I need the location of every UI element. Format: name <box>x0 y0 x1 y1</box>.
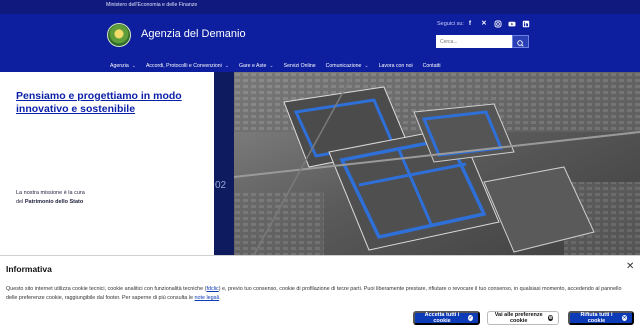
agency-logo[interactable] <box>107 23 131 47</box>
youtube-icon[interactable] <box>508 20 516 28</box>
legal-notes-link[interactable]: note legali <box>195 295 220 301</box>
hero-title-link[interactable]: Pensiamo e progettiamo in modo innovativ… <box>16 90 206 115</box>
x-icon[interactable]: ✕ <box>480 20 488 28</box>
chevron-down-icon: ⌄ <box>364 63 369 69</box>
chevron-down-icon: ⌄ <box>131 63 136 69</box>
chevron-down-icon: ⌄ <box>269 63 274 69</box>
nav-item-servizi-online[interactable]: Servizi Online <box>284 61 316 71</box>
gear-icon: ⚙ <box>548 315 553 321</box>
fdclic-link[interactable]: fdclic <box>206 286 218 292</box>
search-input[interactable] <box>436 35 512 48</box>
top-bar: Ministero dell'Economia e delle Finanze <box>0 0 640 14</box>
linkedin-icon[interactable] <box>522 20 530 28</box>
nav-item-accordi[interactable]: Accordi, Protocolli e Convenzioni ⌄ <box>146 61 229 71</box>
cookie-text: Questo sito internet utilizza cookie tec… <box>6 286 622 301</box>
cookie-preferences-button[interactable]: Vai alle preferenze cookie ⚙ <box>487 311 559 325</box>
mission-text: La nostra missione è la cura del Patrimo… <box>16 190 85 205</box>
search-icon <box>517 40 524 47</box>
reject-all-cookies-button[interactable]: Rifiuta tutti i cookie ✕ <box>568 311 634 325</box>
nav-item-contatti[interactable]: Contatti <box>423 61 441 71</box>
site-header: Agenzia del Demanio Seguici su: f ✕ Agen… <box>0 14 640 72</box>
close-icon[interactable]: ✕ <box>626 261 634 272</box>
nav-item-agenzia[interactable]: Agenzia ⌄ <box>110 61 136 71</box>
social-label: Seguici su: <box>437 21 464 27</box>
ministry-link[interactable]: Ministero dell'Economia e delle Finanze <box>106 2 197 8</box>
slide-number[interactable]: 02 <box>215 180 226 191</box>
search-button[interactable] <box>512 35 529 48</box>
nav-item-lavora-con-noi[interactable]: Lavora con noi <box>379 61 413 71</box>
hero-aerial-image <box>234 72 640 255</box>
close-circle-icon: ✕ <box>621 315 627 321</box>
site-name[interactable]: Agenzia del Demanio <box>141 28 246 40</box>
accept-all-cookies-button[interactable]: Accetta tutti i cookie ✓ <box>413 311 480 325</box>
facebook-icon[interactable]: f <box>466 20 474 28</box>
nav-item-gare-aste[interactable]: Gare e Aste ⌄ <box>239 61 274 71</box>
nav-item-comunicazione[interactable]: Comunicazione ⌄ <box>326 61 369 71</box>
cookie-banner: Informativa ✕ Questo sito internet utili… <box>0 255 640 331</box>
slide-strip <box>214 72 234 255</box>
instagram-icon[interactable] <box>494 20 502 28</box>
chevron-down-icon: ⌄ <box>224 63 229 69</box>
cookie-title: Informativa <box>6 264 52 274</box>
check-icon: ✓ <box>468 315 473 321</box>
main-nav: Agenzia ⌄ Accordi, Protocolli e Convenzio… <box>110 61 451 71</box>
